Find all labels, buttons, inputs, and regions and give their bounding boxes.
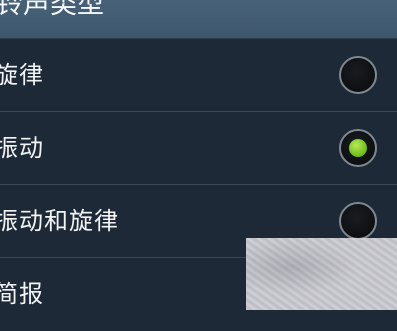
option-briefing-label: 简报 [0,280,44,308]
radio-vibration-and-melody[interactable] [339,202,377,240]
dialog-title: 铃声类型 [0,0,104,20]
pixelated-watermark [246,238,397,310]
option-melody-label: 旋律 [0,61,44,89]
radio-vibration-selected[interactable] [339,129,377,167]
option-vibration[interactable]: 振动 [0,112,397,185]
option-melody[interactable]: 旋律 [0,39,397,112]
dialog-header: 铃声类型 [0,0,397,39]
option-vibration-label: 振动 [0,134,44,162]
option-vibration-and-melody-label: 振动和旋律 [0,207,119,235]
radio-melody[interactable] [339,56,377,94]
